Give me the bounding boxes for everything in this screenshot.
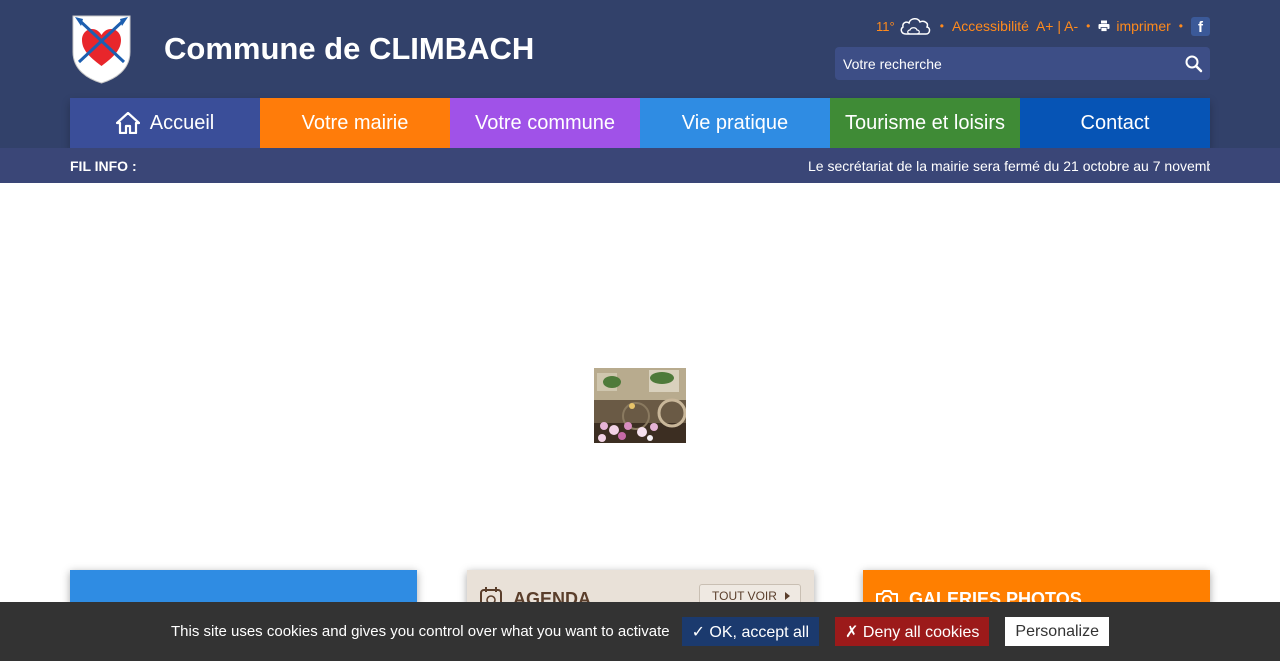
slideshow-image[interactable] xyxy=(594,368,686,443)
separator-dot: • xyxy=(1178,19,1183,33)
nav-label: Vie pratique xyxy=(681,111,789,134)
weather-temperature: 11° xyxy=(876,18,895,34)
search-box xyxy=(835,47,1210,80)
nav-label: Tourisme et loisirs xyxy=(844,111,1006,134)
font-size-controls[interactable]: A+ | A- xyxy=(1036,18,1078,34)
caret-right-icon xyxy=(784,592,790,600)
nav-item-vie-pratique[interactable]: Vie pratique xyxy=(640,98,830,148)
nav-label: Contact xyxy=(1080,111,1150,134)
nav-label: Votre commune xyxy=(474,111,616,134)
site-title[interactable]: Commune de CLIMBACH xyxy=(164,31,534,67)
nav-item-accueil[interactable]: Accueil xyxy=(70,98,260,148)
separator-dot: • xyxy=(1086,19,1091,33)
top-utility-bar: 11° • Accessibilité A+ | A- • imprimer •… xyxy=(860,14,1210,38)
nav-label: Accueil xyxy=(149,111,215,134)
cookie-consent-bar: This site uses cookies and gives you con… xyxy=(0,602,1280,661)
ticker-message[interactable]: Le secrétariat de la mairie sera fermé d… xyxy=(808,158,1210,174)
printer-icon[interactable] xyxy=(1098,20,1110,32)
main-navigation: Accueil Votre mairie Votre commune Vie p… xyxy=(70,98,1210,148)
nav-item-votre-commune[interactable]: Votre commune xyxy=(450,98,640,148)
nav-item-tourisme-loisirs[interactable]: Tourisme et loisirs xyxy=(830,98,1020,148)
nav-item-votre-mairie[interactable]: Votre mairie xyxy=(260,98,450,148)
accept-cookies-button[interactable]: ✓ OK, accept all xyxy=(681,617,820,646)
nav-label: Votre mairie xyxy=(301,111,409,134)
see-all-label: TOUT VOIR xyxy=(712,589,777,603)
print-link[interactable]: imprimer xyxy=(1116,18,1170,34)
site-header: Commune de CLIMBACH 11° • Accessibilité … xyxy=(0,0,1280,148)
separator-dot: • xyxy=(939,19,944,33)
facebook-icon[interactable]: f xyxy=(1191,16,1210,36)
cloud-icon xyxy=(900,18,930,35)
nav-item-contact[interactable]: Contact xyxy=(1020,98,1210,148)
accessibility-link[interactable]: Accessibilité xyxy=(952,18,1029,34)
coat-of-arms-logo[interactable] xyxy=(70,14,133,84)
personalize-cookies-button[interactable]: Personalize xyxy=(1005,617,1109,646)
cookie-message: This site uses cookies and gives you con… xyxy=(170,623,670,640)
news-ticker: FIL INFO : Le secrétariat de la mairie s… xyxy=(0,148,1280,183)
search-input[interactable] xyxy=(835,47,1170,80)
ticker-label: FIL INFO : xyxy=(70,158,137,174)
home-icon xyxy=(115,112,140,134)
deny-cookies-button[interactable]: ✗ Deny all cookies xyxy=(835,617,990,646)
search-icon[interactable] xyxy=(1184,54,1204,74)
